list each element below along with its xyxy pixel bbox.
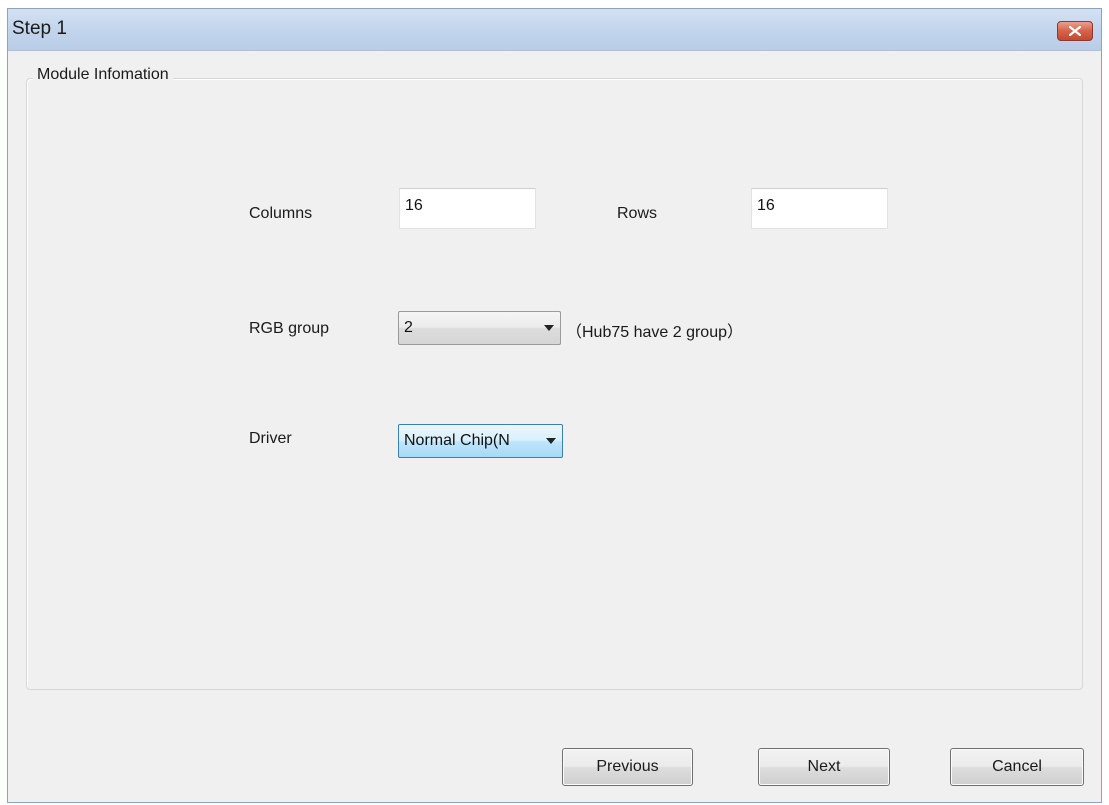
rgb-group-value: 2 xyxy=(404,319,413,336)
rows-input[interactable]: 16 xyxy=(751,188,888,229)
chevron-down-icon xyxy=(544,325,554,331)
title-bar: Step 1 xyxy=(8,9,1101,51)
rgb-group-hint: （Hub75 have 2 group） xyxy=(566,324,744,341)
group-legend: Module Infomation xyxy=(33,66,173,84)
driver-value: Normal Chip(N xyxy=(404,432,510,449)
rgb-group-select[interactable]: 2 xyxy=(398,311,561,345)
window-title: Step 1 xyxy=(12,18,67,39)
driver-label: Driver xyxy=(249,430,292,447)
driver-select[interactable]: Normal Chip(N xyxy=(398,424,563,458)
columns-input[interactable]: 16 xyxy=(399,188,536,229)
module-information-group xyxy=(26,78,1083,690)
rgb-group-label: RGB group xyxy=(249,320,330,337)
cancel-button[interactable]: Cancel xyxy=(950,748,1084,786)
rows-label: Rows xyxy=(617,205,658,222)
close-button[interactable] xyxy=(1057,21,1093,41)
close-icon xyxy=(1069,26,1081,36)
columns-label: Columns xyxy=(249,205,313,222)
next-button[interactable]: Next xyxy=(758,748,890,786)
chevron-down-icon xyxy=(546,438,556,444)
previous-button[interactable]: Previous xyxy=(562,748,693,786)
